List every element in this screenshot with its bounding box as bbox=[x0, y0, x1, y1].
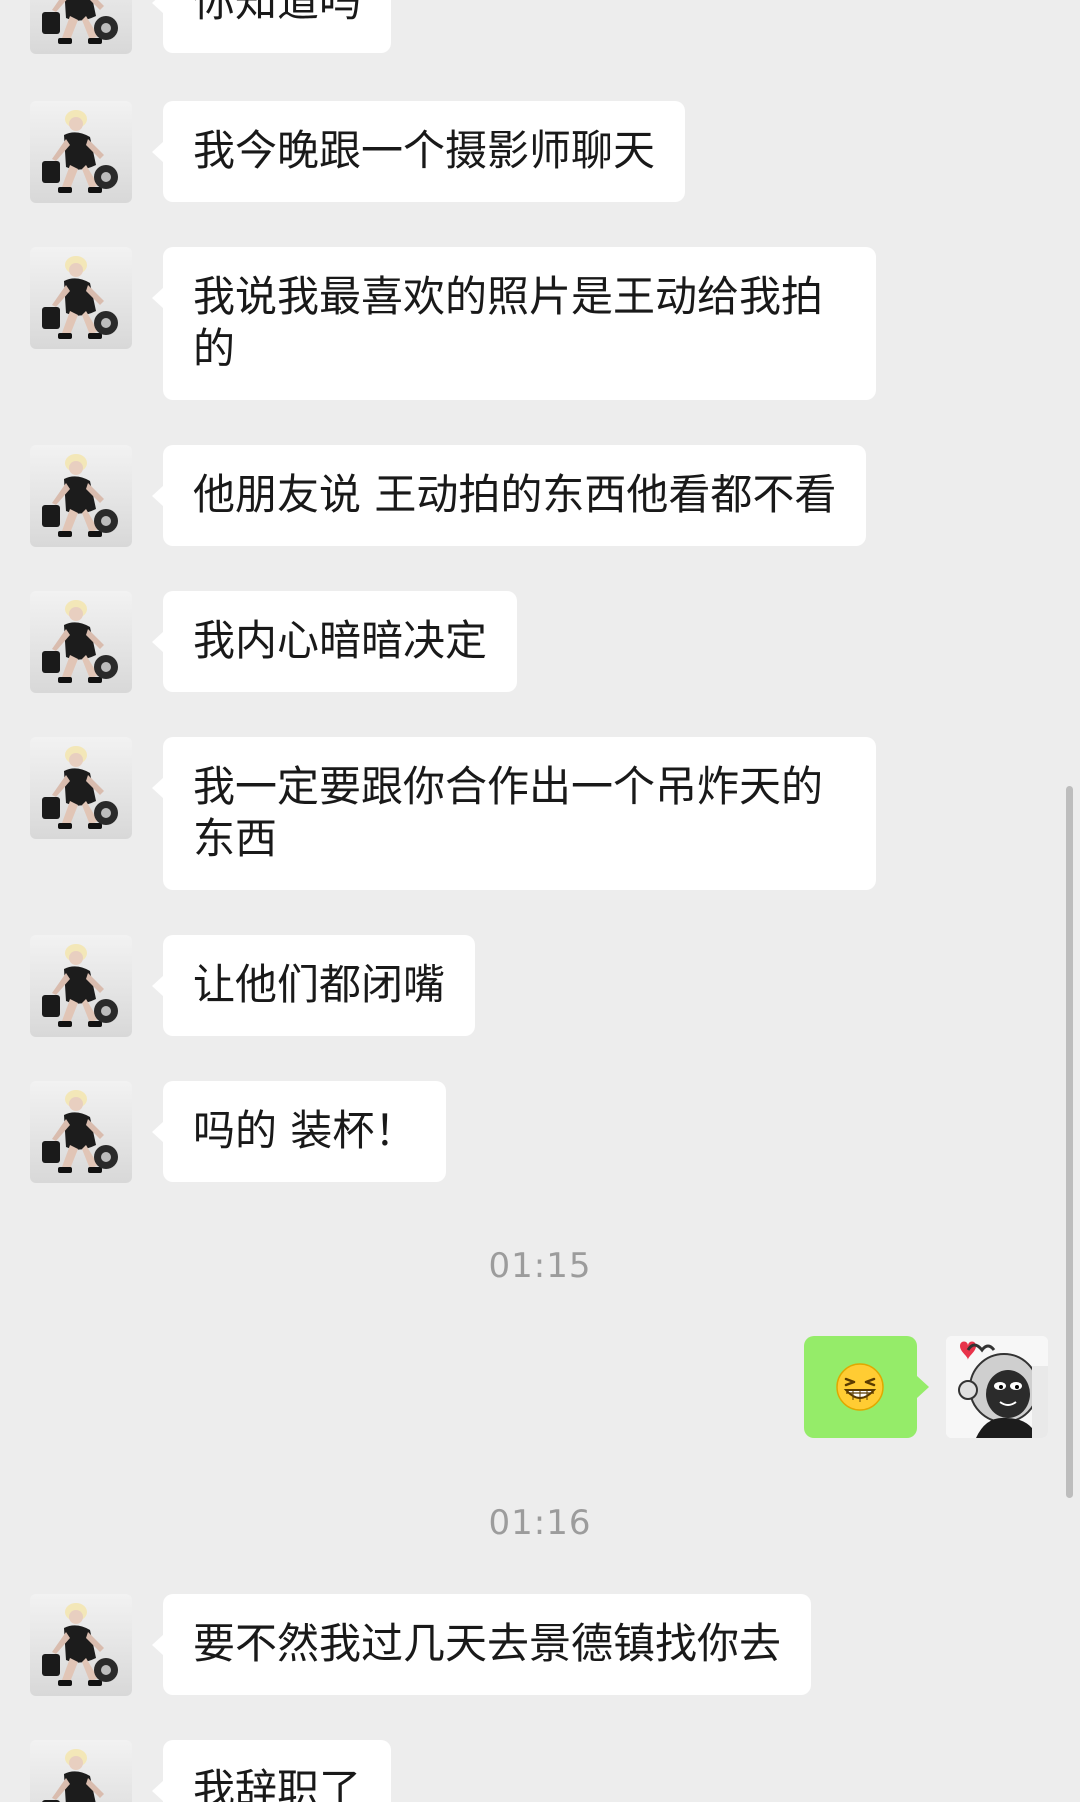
message-bubble[interactable]: 我内心暗暗决定 bbox=[151, 591, 518, 692]
avatar-photo bbox=[42, 1090, 118, 1173]
message-bubble[interactable]: 要不然我过几天去景德镇找你去 bbox=[151, 1594, 812, 1695]
contact-avatar[interactable] bbox=[30, 0, 132, 54]
contact-avatar[interactable] bbox=[30, 445, 132, 547]
grinning-squinting-emoji-icon bbox=[836, 1363, 884, 1411]
message-text: 我说我最喜欢的照片是王动给我拍的 bbox=[193, 272, 824, 373]
contact-avatar[interactable] bbox=[30, 1594, 132, 1696]
avatar-photo bbox=[42, 1749, 118, 1802]
message-text: 吗的 装杯！ bbox=[193, 1106, 417, 1155]
message-text: 你知道吗 bbox=[193, 0, 362, 26]
contact-avatar[interactable] bbox=[30, 591, 132, 693]
chat-message-list[interactable]: 你知道吗 我今晚跟一个摄影师聊天 我说我最喜欢的照片是王动给我拍的 他朋友说 王… bbox=[0, 0, 1080, 1802]
message-text: 让他们都闭嘴 bbox=[193, 960, 446, 1009]
contact-avatar[interactable] bbox=[30, 1081, 132, 1183]
message-text: 我今晚跟一个摄影师聊天 bbox=[193, 126, 656, 175]
avatar-photo bbox=[42, 110, 118, 193]
message-text: 我辞职了 bbox=[193, 1765, 362, 1802]
avatar-photo bbox=[42, 944, 118, 1027]
sent-message-bubble[interactable] bbox=[804, 1336, 929, 1438]
message-bubble[interactable]: 我今晚跟一个摄影师聊天 bbox=[151, 101, 686, 202]
contact-avatar[interactable] bbox=[30, 935, 132, 1037]
message-bubble[interactable]: 吗的 装杯！ bbox=[151, 1081, 447, 1182]
avatar-photo bbox=[42, 0, 118, 44]
contact-avatar[interactable] bbox=[30, 737, 132, 839]
message-bubble[interactable]: 你知道吗 bbox=[151, 0, 392, 53]
message-bubble[interactable]: 我说我最喜欢的照片是王动给我拍的 bbox=[152, 247, 876, 400]
message-text: 要不然我过几天去景德镇找你去 bbox=[193, 1619, 782, 1668]
message-bubble[interactable]: 他朋友说 王动拍的东西他看都不看 bbox=[151, 445, 867, 546]
message-timestamp: 01:16 bbox=[488, 1503, 592, 1543]
contact-avatar[interactable] bbox=[30, 1740, 132, 1802]
avatar-photo bbox=[42, 600, 118, 683]
scrollbar[interactable] bbox=[1066, 786, 1073, 1498]
message-text: 我内心暗暗决定 bbox=[193, 616, 488, 665]
message-bubble[interactable]: 我一定要跟你合作出一个吊炸天的东西 bbox=[152, 737, 876, 890]
avatar-photo bbox=[42, 256, 118, 339]
avatar-photo bbox=[42, 746, 118, 829]
my-avatar[interactable] bbox=[946, 1336, 1048, 1438]
message-bubble[interactable]: 让他们都闭嘴 bbox=[151, 935, 476, 1036]
message-text: 我一定要跟你合作出一个吊炸天的东西 bbox=[193, 762, 824, 863]
cartoon-monkey-avatar-icon bbox=[946, 1336, 1048, 1438]
message-text: 他朋友说 王动拍的东西他看都不看 bbox=[193, 470, 837, 519]
message-bubble[interactable]: 我辞职了 bbox=[151, 1740, 392, 1802]
avatar-photo bbox=[42, 454, 118, 537]
contact-avatar[interactable] bbox=[30, 247, 132, 349]
message-timestamp: 01:15 bbox=[488, 1246, 592, 1286]
avatar-photo bbox=[42, 1603, 118, 1686]
contact-avatar[interactable] bbox=[30, 101, 132, 203]
